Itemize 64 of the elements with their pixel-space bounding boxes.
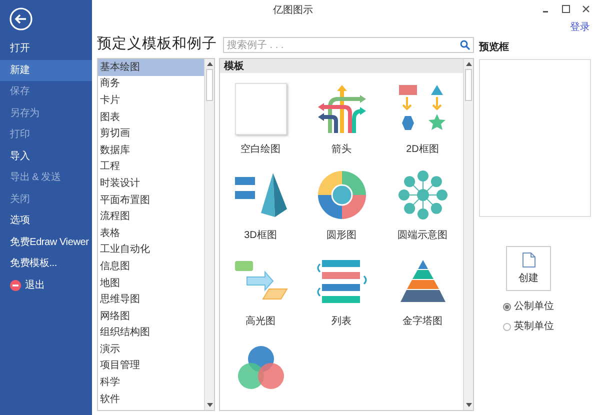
search-icon[interactable] xyxy=(460,40,470,50)
menu-item[interactable]: 导入 xyxy=(0,146,92,167)
radio-label: 英制单位 xyxy=(514,320,554,334)
close-icon[interactable] xyxy=(582,5,590,13)
scrollbar-thumb[interactable] xyxy=(206,69,213,101)
category-item[interactable]: 信息图 xyxy=(98,258,204,275)
category-item[interactable]: 演示 xyxy=(98,341,204,358)
scrollbar-thumb[interactable] xyxy=(465,69,472,101)
scroll-down-icon[interactable] xyxy=(466,403,472,407)
category-item[interactable]: 地图 xyxy=(98,274,204,292)
hub-diagram-drawing xyxy=(396,169,448,221)
template-item[interactable]: 高光图 xyxy=(220,251,301,331)
scrollbar[interactable] xyxy=(463,59,473,410)
template-item[interactable]: 3D框图 xyxy=(220,165,301,245)
ring-chart-drawing xyxy=(316,169,368,221)
template-item[interactable]: 圆端示意图 xyxy=(382,165,463,245)
window-title: 亿图图示 xyxy=(273,4,313,18)
category-item[interactable]: 图表 xyxy=(98,108,204,126)
no-entry-icon xyxy=(10,280,21,291)
template-item[interactable]: 2D框图 xyxy=(382,79,463,159)
create-button[interactable]: 创建 xyxy=(506,246,551,291)
category-item[interactable]: 基本绘图 xyxy=(98,59,204,76)
category-item[interactable]: 工业自动化 xyxy=(98,242,204,258)
template-item[interactable]: 箭头 xyxy=(301,79,382,159)
menu-item[interactable]: 新建 xyxy=(0,60,92,81)
category-item[interactable]: 商务 xyxy=(98,76,204,92)
category-item[interactable]: 工程 xyxy=(98,158,204,176)
radio-label: 公制单位 xyxy=(514,300,554,314)
template-item[interactable]: 金字塔图 xyxy=(382,251,463,331)
menu-item[interactable]: 免费模板... xyxy=(0,253,92,274)
scroll-up-icon[interactable] xyxy=(466,62,472,66)
section-header: 模板 xyxy=(220,59,463,73)
template-item[interactable]: 圆形图 xyxy=(301,165,382,245)
category-item[interactable]: 数据库 xyxy=(98,142,204,159)
category-item[interactable]: 思维导图 xyxy=(98,291,204,308)
category-item[interactable]: 时装设计 xyxy=(98,175,204,192)
menu-item[interactable]: 退出 xyxy=(0,274,92,296)
category-item[interactable]: 组织结构图 xyxy=(98,324,204,342)
category-item[interactable]: 流程图 xyxy=(98,208,204,225)
login-link[interactable]: 登录 xyxy=(570,20,590,35)
category-item[interactable]: 平面布置图 xyxy=(98,192,204,208)
category-item[interactable]: 科学 xyxy=(98,374,204,391)
menu-item[interactable]: 选项 xyxy=(0,210,92,232)
menu-item[interactable]: 打开 xyxy=(0,38,92,60)
document-icon xyxy=(522,252,536,268)
template-item[interactable]: 空白绘图 xyxy=(220,79,301,159)
page-heading: 预定义模板和例子 xyxy=(97,34,217,54)
arrows-drawing xyxy=(316,83,368,135)
blank-page-drawing xyxy=(234,83,286,135)
category-item[interactable]: 卡片 xyxy=(98,92,204,109)
category-item[interactable]: 软件 xyxy=(98,390,204,408)
preview-label: 预览框 xyxy=(479,40,510,55)
category-item[interactable]: 剪切画 xyxy=(98,125,204,142)
radio-button[interactable] xyxy=(503,322,511,330)
category-item[interactable]: 表格 xyxy=(98,224,204,242)
template-item[interactable]: 列表 xyxy=(301,251,382,331)
scroll-down-icon[interactable] xyxy=(206,403,212,407)
scrollbar[interactable] xyxy=(204,59,214,410)
category-item[interactable]: 项目管理 xyxy=(98,358,204,374)
category-item[interactable]: 网络图 xyxy=(98,308,204,324)
radio-button[interactable] xyxy=(503,302,511,310)
menu-item[interactable]: 免费Edraw Viewer xyxy=(0,232,92,253)
maximize-icon[interactable] xyxy=(562,5,570,13)
scroll-up-icon[interactable] xyxy=(206,62,212,66)
